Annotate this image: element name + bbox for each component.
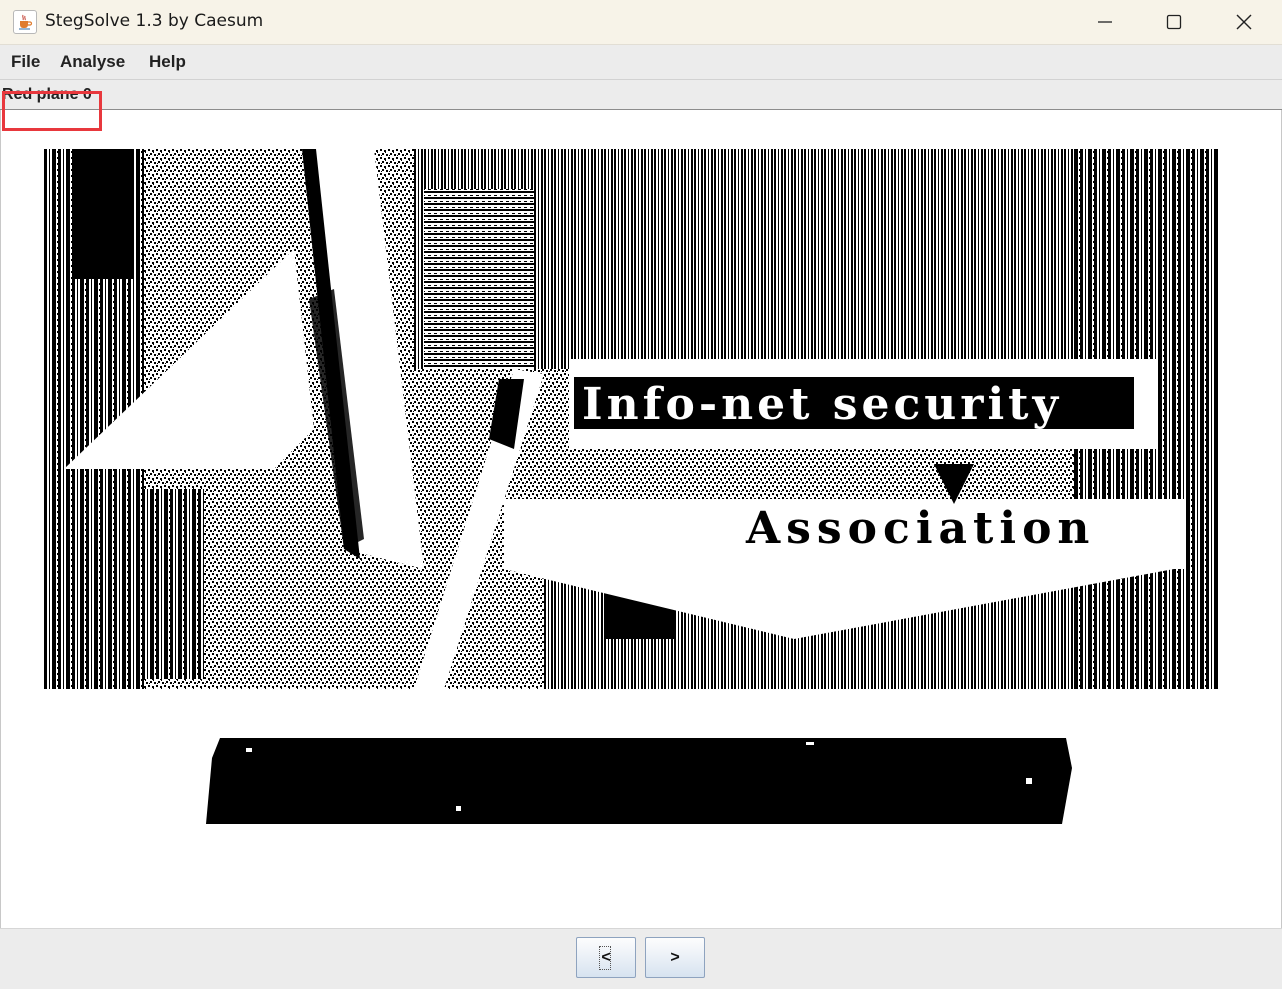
menu-help[interactable]: Help <box>149 52 186 72</box>
bit-plane-text-band <box>206 738 1074 824</box>
focus-indicator <box>599 946 611 970</box>
maximize-icon <box>1166 14 1182 30</box>
menu-bar: File Analyse Help <box>0 45 1282 80</box>
menu-file[interactable]: File <box>11 52 40 72</box>
maximize-button[interactable] <box>1140 0 1210 44</box>
next-plane-button[interactable]: > <box>645 937 705 978</box>
annotation-highlight-box <box>2 91 102 131</box>
window-title: StegSolve 1.3 by Caesum <box>45 11 264 31</box>
minimize-button[interactable] <box>1071 0 1141 44</box>
menu-analyse[interactable]: Analyse <box>60 52 125 72</box>
plane-label-strip <box>0 80 1282 110</box>
window-titlebar: StegSolve 1.3 by Caesum <box>0 0 1282 45</box>
image-text-line2: Association <box>745 503 1095 554</box>
java-cup-icon <box>13 10 37 34</box>
close-button[interactable] <box>1210 0 1280 44</box>
navigation-footer <box>0 928 1282 989</box>
bit-plane-image: Info-net security Association <box>44 149 1218 689</box>
close-icon <box>1236 14 1252 30</box>
image-text-line1: Info-net security <box>582 379 1062 430</box>
minimize-icon <box>1098 21 1112 23</box>
